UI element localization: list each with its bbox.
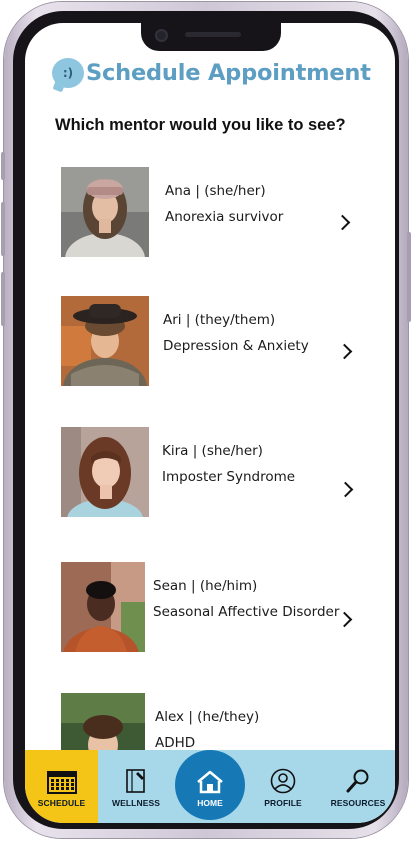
nav-label: WELLNESS: [111, 798, 161, 808]
mentor-name: Ana | (she/her): [165, 183, 266, 199]
chat-bubble-face: :): [62, 66, 74, 80]
chevron-right-icon[interactable]: [336, 343, 353, 360]
user-circle-icon: [270, 768, 296, 794]
mentor-name: Kira | (she/her): [162, 443, 263, 459]
nav-label: RESOURCES: [330, 798, 386, 808]
mentor-item-kira[interactable]: Kira | (she/her) Imposter Syndrome: [25, 427, 395, 519]
notch: [141, 23, 281, 51]
mentor-item-ana[interactable]: Ana | (she/her) Anorexia survivor: [25, 167, 395, 259]
phone-frame: :) Schedule Appointment Which mentor wou…: [1, 2, 411, 838]
nav-schedule[interactable]: SCHEDULE: [25, 750, 98, 823]
home-icon: [197, 770, 223, 794]
app-screen: :) Schedule Appointment Which mentor wou…: [25, 23, 395, 823]
mentor-name: Ari | (they/them): [163, 312, 276, 328]
page-header: :) Schedule Appointment: [52, 55, 371, 91]
mentor-photo-ana: [61, 167, 149, 257]
bottom-nav: SCHEDULE WELLNESS HOME PROFILE RESOURCES: [25, 750, 395, 823]
volume-down-button: [1, 272, 5, 326]
nav-wellness[interactable]: WELLNESS: [103, 750, 169, 823]
chevron-right-icon[interactable]: [337, 481, 354, 498]
front-camera: [155, 29, 168, 42]
chat-bubble-icon: :): [52, 58, 84, 88]
nav-label: PROFILE: [264, 798, 302, 808]
magnifier-icon: [346, 769, 369, 793]
mentor-photo-kira: [61, 427, 149, 517]
mentor-photo-sean: [61, 562, 145, 652]
nav-label: HOME: [197, 798, 223, 808]
mentor-topic: Seasonal Affective Disorder: [153, 604, 340, 620]
volume-up-button: [1, 202, 5, 256]
power-button: [407, 232, 411, 322]
nav-resources[interactable]: RESOURCES: [323, 750, 393, 823]
mute-switch: [1, 152, 5, 180]
mentor-topic: Anorexia survivor: [165, 209, 284, 225]
mentor-name: Alex | (he/they): [155, 709, 260, 725]
chevron-right-icon[interactable]: [334, 214, 351, 231]
mentor-topic: Depression & Anxiety: [163, 338, 309, 354]
calendar-icon: [46, 771, 77, 794]
mentor-question: Which mentor would you like to see?: [55, 116, 346, 134]
nav-home[interactable]: HOME: [175, 750, 245, 820]
nav-profile[interactable]: PROFILE: [253, 750, 313, 823]
nav-label: SCHEDULE: [37, 798, 86, 808]
page-title: Schedule Appointment: [86, 60, 371, 86]
mentor-photo-ari: [61, 296, 149, 386]
mentor-item-sean[interactable]: Sean | (he/him) Seasonal Affective Disor…: [25, 562, 395, 654]
notebook-icon: [126, 769, 145, 793]
earpiece-speaker: [185, 32, 241, 37]
mentor-name: Sean | (he/him): [153, 578, 258, 594]
mentor-topic: Imposter Syndrome: [162, 469, 296, 485]
mentor-item-ari[interactable]: Ari | (they/them) Depression & Anxiety: [25, 296, 395, 388]
mentor-topic: ADHD: [155, 735, 196, 751]
